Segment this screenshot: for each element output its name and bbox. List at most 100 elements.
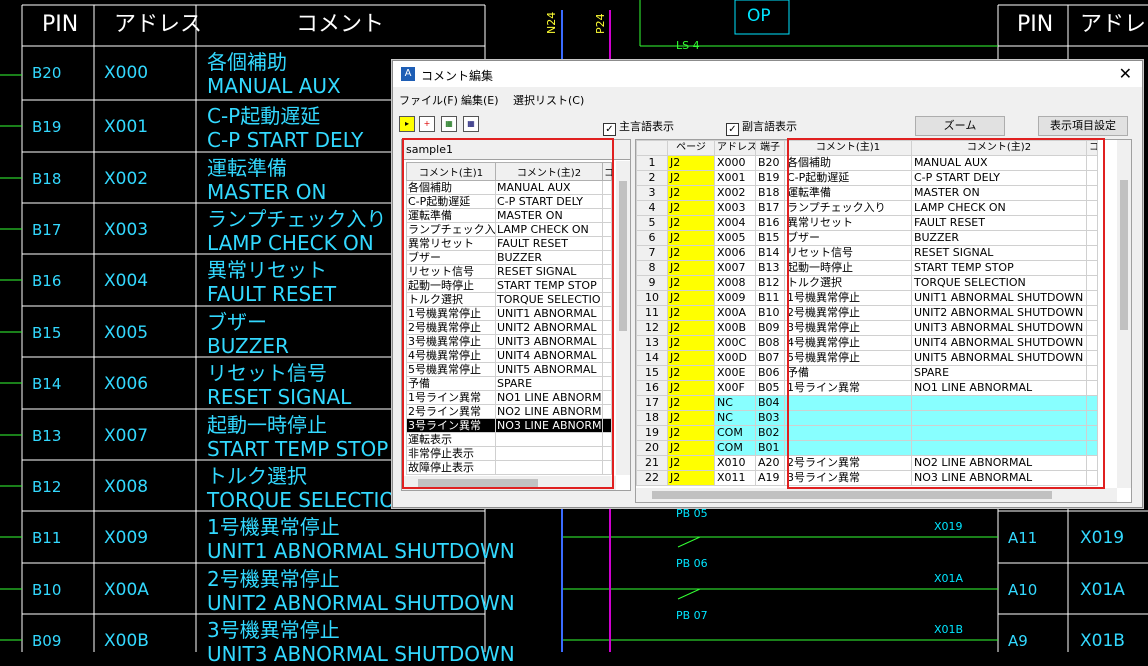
comment-main3-cell[interactable]: [1086, 350, 1098, 366]
comment-main2-cell[interactable]: NO3 LINE ABNORMAL: [911, 470, 1087, 486]
address-cell[interactable]: X00E: [714, 365, 756, 381]
comment-main3-cell[interactable]: [1086, 440, 1098, 456]
row-index-cell[interactable]: 22: [636, 470, 668, 486]
comment-list-row[interactable]: 1号機異常停止 UNIT1 ABNORMAL: [406, 306, 612, 321]
comment-list-row[interactable]: 3号機異常停止 UNIT3 ABNORMAL: [406, 334, 612, 349]
comment-main2-cell[interactable]: NO1 LINE ABNORM: [495, 390, 603, 405]
comment-list-row[interactable]: 3号ライン異常 NO3 LINE ABNORM: [406, 418, 612, 433]
comment-main1-cell[interactable]: 起動一時停止: [406, 278, 496, 293]
comment-main2-cell[interactable]: FAULT RESET: [911, 215, 1087, 231]
comment-main2-cell[interactable]: [495, 460, 603, 475]
comment-list-row[interactable]: 非常停止表示: [406, 446, 612, 461]
io-assignment-row[interactable]: 10 J2 X009 B11 1号機異常停止 UNIT1 ABNORMAL SHUTDOW…: [636, 290, 1098, 306]
comment-main3-cell[interactable]: [602, 418, 612, 433]
left-col-header-comment1[interactable]: コメント(主)1: [406, 162, 496, 181]
page-cell[interactable]: J2: [667, 350, 715, 366]
io-assignment-row[interactable]: 22 J2 X011 A19 3号ライン異常 NO3 LINE ABNORMAL: [636, 470, 1098, 486]
io-assignment-row[interactable]: 18 J2 NC B03: [636, 410, 1098, 426]
page-cell[interactable]: J2: [667, 230, 715, 246]
main-language-check[interactable]: ✓: [603, 123, 616, 136]
address-cell[interactable]: X001: [714, 170, 756, 186]
address-cell[interactable]: X002: [714, 185, 756, 201]
comment-main3-cell[interactable]: [1086, 275, 1098, 291]
comment-main1-cell[interactable]: C-P起動遅延: [406, 194, 496, 209]
terminal-cell[interactable]: B14: [755, 245, 785, 261]
comment-main2-cell[interactable]: RESET SIGNAL: [495, 264, 603, 279]
page-cell[interactable]: J2: [667, 410, 715, 426]
comment-main2-cell[interactable]: [911, 410, 1087, 426]
sub-language-checkbox[interactable]: ✓ 副言語表示: [726, 118, 797, 136]
right-col-header-index[interactable]: [636, 140, 668, 156]
comment-main2-cell[interactable]: UNIT2 ABNORMAL: [495, 320, 603, 335]
comment-main1-cell[interactable]: C-P起動遅延: [784, 170, 912, 186]
right-col-header-address[interactable]: アドレス: [714, 140, 756, 156]
comment-list-row[interactable]: 5号機異常停止 UNIT5 ABNORMAL: [406, 362, 612, 377]
comment-main1-cell[interactable]: 異常リセット: [406, 236, 496, 251]
comment-main2-cell[interactable]: UNIT2 ABNORMAL SHUTDOWN: [911, 305, 1087, 321]
comment-main3-cell[interactable]: [602, 446, 612, 461]
io-assignment-row[interactable]: 1 J2 X000 B20 各個補助 MANUAL AUX: [636, 155, 1098, 171]
comment-main3-cell[interactable]: [602, 292, 612, 307]
comment-main1-cell[interactable]: 起動一時停止: [784, 260, 912, 276]
row-index-cell[interactable]: 3: [636, 185, 668, 201]
address-cell[interactable]: X010: [714, 455, 756, 471]
page-cell[interactable]: J2: [667, 275, 715, 291]
comment-main2-cell[interactable]: MANUAL AUX: [495, 180, 603, 195]
comment-main3-cell[interactable]: [602, 432, 612, 447]
right-scroll-thumb[interactable]: [1120, 180, 1128, 330]
comment-main2-cell[interactable]: BUZZER: [911, 230, 1087, 246]
page-cell[interactable]: J2: [667, 200, 715, 216]
comment-main3-cell[interactable]: [602, 348, 612, 363]
address-cell[interactable]: X00C: [714, 335, 756, 351]
right-horizontal-scrollbar[interactable]: [636, 488, 1117, 502]
comment-main2-cell[interactable]: [495, 432, 603, 447]
row-index-cell[interactable]: 18: [636, 410, 668, 426]
comment-main1-cell[interactable]: ランプチェック入り: [784, 200, 912, 216]
right-hscroll-thumb[interactable]: [652, 491, 1052, 499]
menu-select-list[interactable]: 選択リスト(C): [513, 92, 584, 108]
comment-main1-cell[interactable]: 2号ライン異常: [784, 455, 912, 471]
terminal-cell[interactable]: B10: [755, 305, 785, 321]
terminal-cell[interactable]: B03: [755, 410, 785, 426]
io-assignment-row[interactable]: 4 J2 X003 B17 ランプチェック入り LAMP CHECK ON: [636, 200, 1098, 216]
io-assignment-row[interactable]: 15 J2 X00E B06 予備 SPARE: [636, 365, 1098, 381]
comment-main3-cell[interactable]: [602, 264, 612, 279]
dialog-titlebar[interactable]: A コメント編集 ✕: [393, 61, 1142, 87]
comment-main2-cell[interactable]: UNIT1 ABNORMAL: [495, 306, 603, 321]
comment-main1-cell[interactable]: 運転表示: [406, 432, 496, 447]
comment-main1-cell[interactable]: 異常リセット: [784, 215, 912, 231]
comment-main2-cell[interactable]: UNIT5 ABNORMAL SHUTDOWN: [911, 350, 1087, 366]
comment-main3-cell[interactable]: [1086, 305, 1098, 321]
zoom-button[interactable]: ズーム: [915, 116, 1005, 136]
comment-main2-cell[interactable]: [911, 425, 1087, 441]
terminal-cell[interactable]: B04: [755, 395, 785, 411]
row-index-cell[interactable]: 8: [636, 260, 668, 276]
comment-main1-cell[interactable]: 1号機異常停止: [784, 290, 912, 306]
comment-main2-cell[interactable]: [911, 395, 1087, 411]
left-col-header-comment2[interactable]: コメント(主)2: [495, 162, 603, 181]
add-tool-icon[interactable]: +: [419, 116, 435, 132]
comment-main2-cell[interactable]: UNIT3 ABNORMAL SHUTDOWN: [911, 320, 1087, 336]
address-cell[interactable]: X00F: [714, 380, 756, 396]
comment-main2-cell[interactable]: [495, 446, 603, 461]
row-index-cell[interactable]: 15: [636, 365, 668, 381]
page-cell[interactable]: J2: [667, 155, 715, 171]
comment-main3-cell[interactable]: [1086, 245, 1098, 261]
comment-main3-cell[interactable]: [602, 208, 612, 223]
comment-main1-cell[interactable]: リセット信号: [406, 264, 496, 279]
row-index-cell[interactable]: 11: [636, 305, 668, 321]
comment-main1-cell[interactable]: 予備: [784, 365, 912, 381]
comment-main2-cell[interactable]: NO2 LINE ABNORM: [495, 404, 603, 419]
comment-main2-cell[interactable]: C-P START DELY: [911, 170, 1087, 186]
comment-main3-cell[interactable]: [1086, 320, 1098, 336]
comment-main3-cell[interactable]: [1086, 335, 1098, 351]
page-cell[interactable]: J2: [667, 425, 715, 441]
comment-main1-cell[interactable]: リセット信号: [784, 245, 912, 261]
comment-main2-cell[interactable]: LAMP CHECK ON: [495, 222, 603, 237]
row-index-cell[interactable]: 10: [636, 290, 668, 306]
comment-main2-cell[interactable]: FAULT RESET: [495, 236, 603, 251]
comment-list-row[interactable]: 2号機異常停止 UNIT2 ABNORMAL: [406, 320, 612, 335]
terminal-cell[interactable]: B20: [755, 155, 785, 171]
comment-main1-cell[interactable]: [784, 440, 912, 456]
terminal-cell[interactable]: B11: [755, 290, 785, 306]
